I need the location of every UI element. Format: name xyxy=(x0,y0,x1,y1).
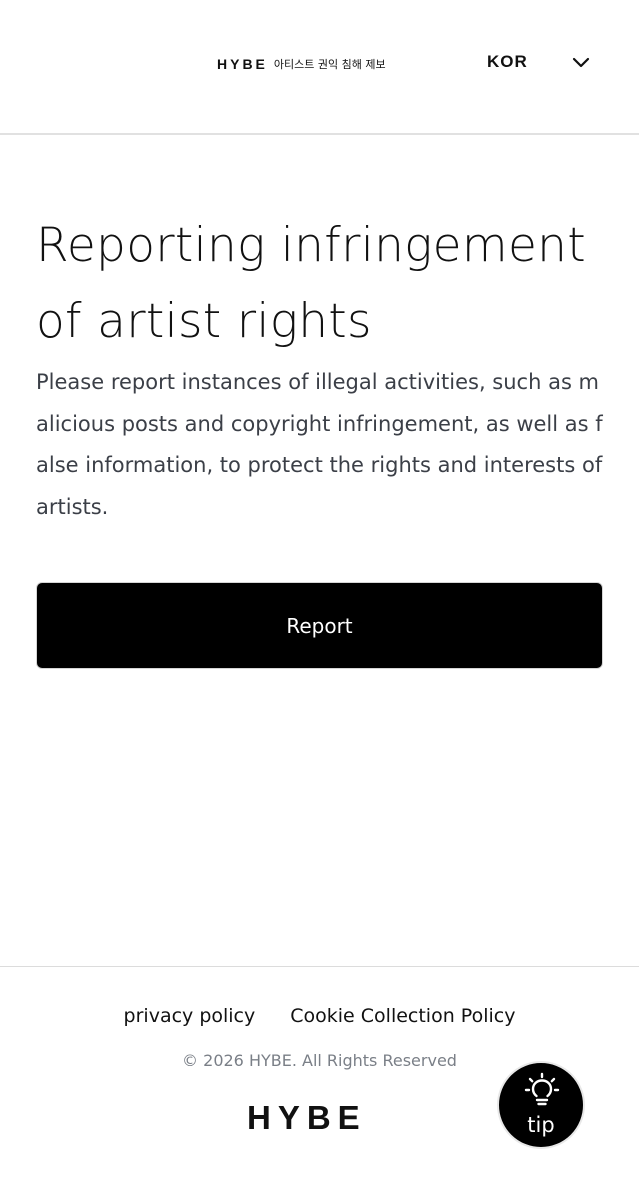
header-logo: HYBE xyxy=(217,56,268,72)
brand[interactable]: HYBE 아티스트 권익 침해 제보 xyxy=(217,56,386,72)
page: HYBE 아티스트 권익 침해 제보 KOR Reporting infring… xyxy=(0,0,639,1200)
site-header: HYBE 아티스트 권익 침해 제보 KOR xyxy=(0,0,639,135)
privacy-policy-link[interactable]: privacy policy xyxy=(124,1005,256,1027)
header-subtitle: 아티스트 권익 침해 제보 xyxy=(273,58,386,71)
chevron-down-icon xyxy=(572,57,590,68)
language-label: KOR xyxy=(487,52,528,71)
page-description: Please report instances of illegal activ… xyxy=(36,370,603,519)
footer-logo: HYBE xyxy=(247,1099,367,1136)
report-button[interactable]: Report xyxy=(36,582,603,669)
language-selector[interactable]: KOR xyxy=(487,52,590,72)
tip-label: tip xyxy=(527,1113,555,1137)
cookie-policy-link[interactable]: Cookie Collection Policy xyxy=(290,1005,515,1027)
footer-links: privacy policy Cookie Collection Policy xyxy=(0,1005,639,1027)
report-button-label: Report xyxy=(286,613,353,638)
page-title: Reporting infringement of artist rights xyxy=(36,218,586,349)
tip-button[interactable]: tip xyxy=(497,1061,585,1149)
lightbulb-icon xyxy=(524,1072,560,1106)
